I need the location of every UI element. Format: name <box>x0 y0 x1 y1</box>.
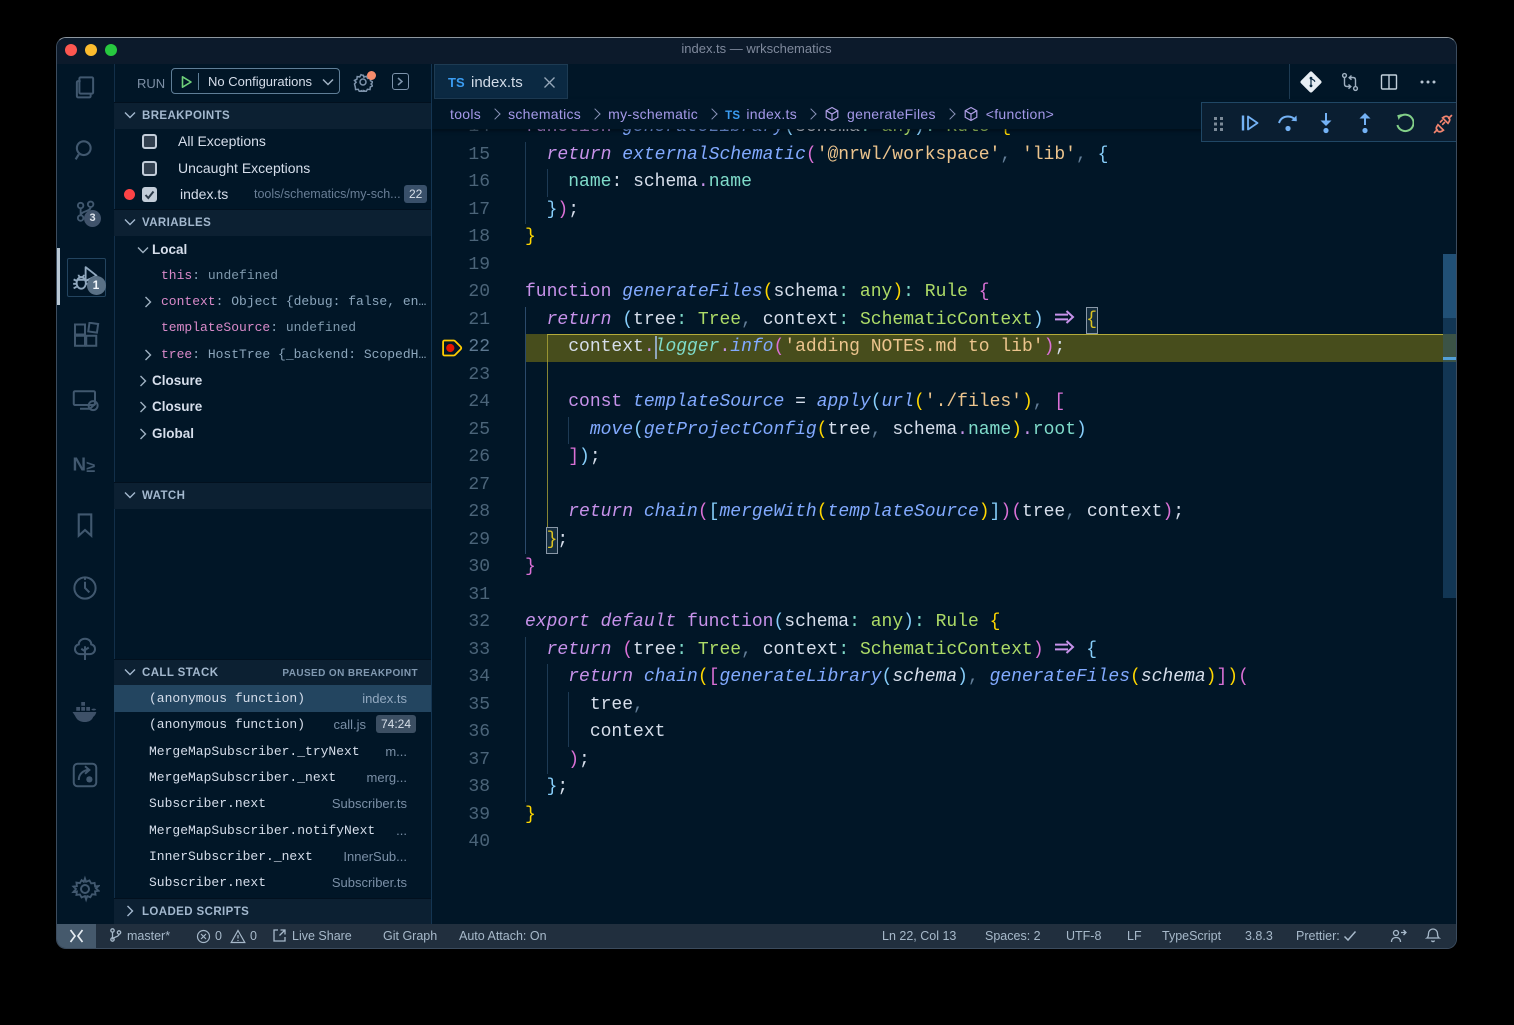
svg-text:N: N <box>73 454 87 475</box>
svg-text:≥: ≥ <box>86 458 95 476</box>
